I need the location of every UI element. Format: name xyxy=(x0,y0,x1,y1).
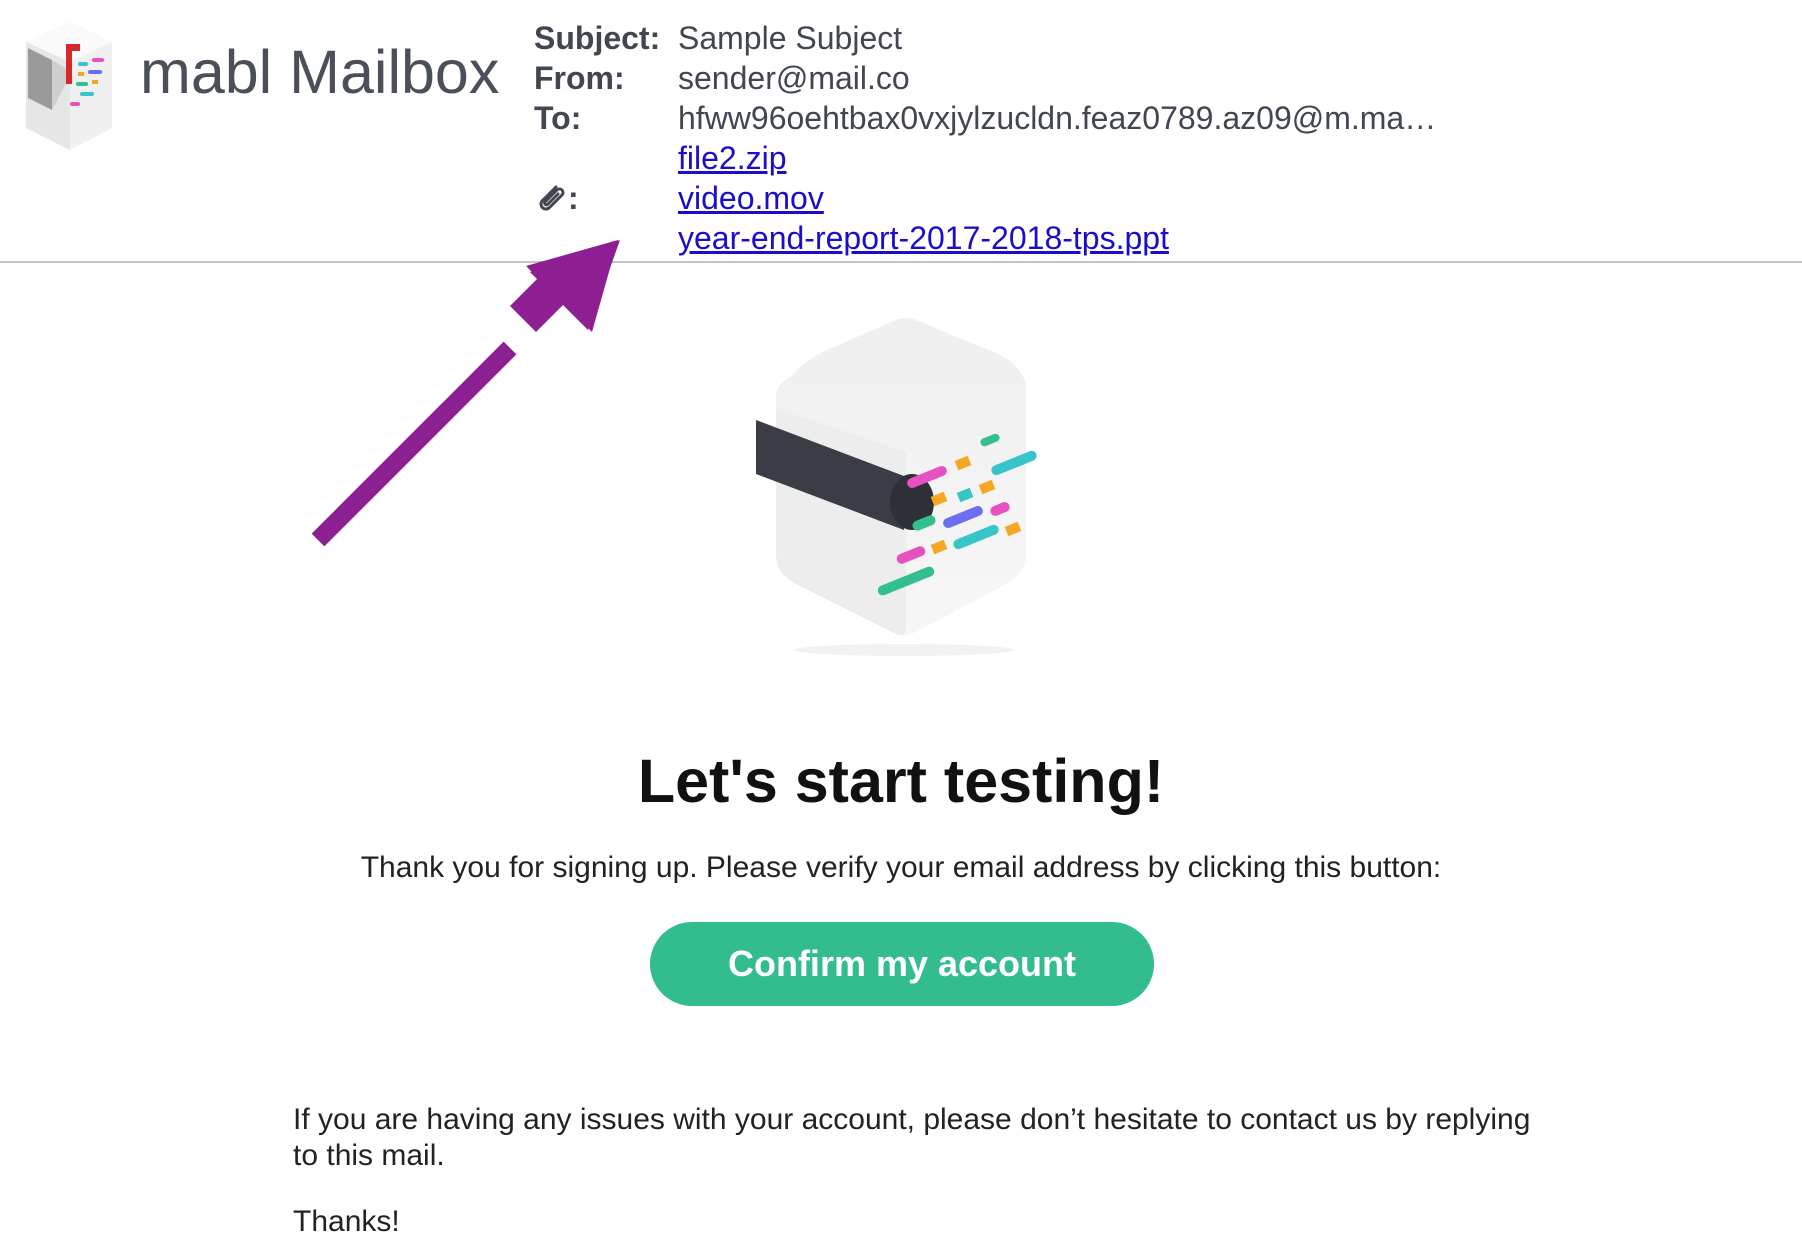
attachment-link-year-end-report[interactable]: year-end-report-2017-2018-tps.ppt xyxy=(678,218,1169,258)
mabl-cube-logo xyxy=(756,318,1037,656)
from-value: sender@mail.co xyxy=(678,60,910,96)
header-divider xyxy=(0,261,1802,263)
intro-text: Thank you for signing up. Please verify … xyxy=(360,851,1442,884)
message-metadata: Subject: Sample Subject From: sender@mai… xyxy=(534,18,1436,258)
attachment-link-file2-zip[interactable]: file2.zip xyxy=(678,138,1169,178)
subject-label: Subject: xyxy=(534,20,661,56)
mabl-mailbox-logo xyxy=(26,22,112,150)
signoff-text: Thanks! xyxy=(293,1205,400,1238)
arrow-icon xyxy=(311,240,620,547)
attachment-list: file2.zip video.mov year-end-report-2017… xyxy=(678,138,1169,258)
to-value: hfww96oehtbax0vxjylzucldn.feaz0789.az09@… xyxy=(678,100,1437,136)
from-row: From: sender@mail.co xyxy=(534,58,1436,98)
attachments-colon: : xyxy=(568,180,579,216)
to-label: To: xyxy=(534,100,582,136)
mailbox-header: mabl Mailbox Subject: Sample Subject Fro… xyxy=(0,0,1802,262)
app-title: mabl Mailbox xyxy=(140,38,500,106)
subject-value: Sample Subject xyxy=(678,20,903,56)
confirm-account-button[interactable]: Confirm my account xyxy=(650,922,1154,1006)
attachment-link-video-mov[interactable]: video.mov xyxy=(678,178,1169,218)
support-text: If you are having any issues with your a… xyxy=(293,1103,1531,1172)
from-label: From: xyxy=(534,60,625,96)
email-headline: Let's start testing! xyxy=(637,746,1165,815)
subject-row: Subject: Sample Subject xyxy=(534,18,1436,58)
attachments-row: : file2.zip video.mov year-end-report-20… xyxy=(534,138,1436,258)
paperclip-icon xyxy=(539,185,565,211)
to-row: To: hfww96oehtbax0vxjylzucldn.feaz0789.a… xyxy=(534,98,1436,138)
